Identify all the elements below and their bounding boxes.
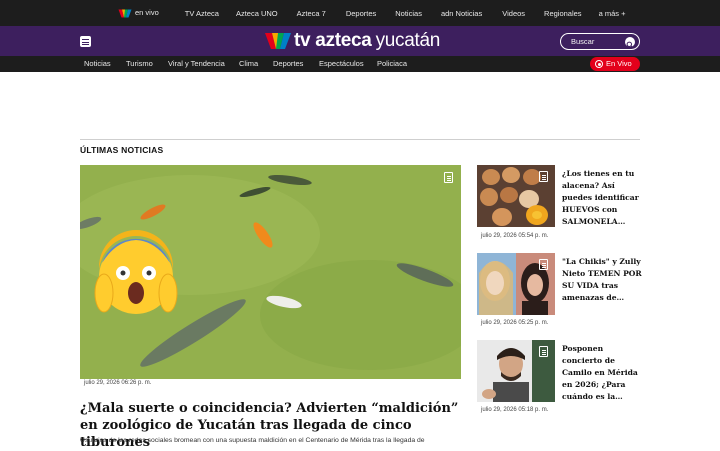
top-link-label: a más +	[598, 8, 626, 18]
menu-icon[interactable]	[80, 36, 91, 47]
brand-name: tv azteca	[294, 30, 372, 51]
nav-item-deportes[interactable]: Deportes	[273, 56, 303, 72]
top-link-9[interactable]: a más +	[599, 9, 626, 18]
side-article-title-2[interactable]: "La Chikis" y Zully Nieto TEMEN POR SU V…	[562, 256, 644, 304]
top-link-2[interactable]: Azteca UNO	[236, 9, 278, 18]
top-link-label: TV Azteca	[184, 8, 219, 18]
top-link-label: Azteca 7	[296, 8, 326, 18]
brand-bar: tv azteca yucatán	[0, 26, 720, 56]
side-article-title-1[interactable]: ¿Los tienes en tu alacena? Así puedes id…	[562, 168, 644, 228]
side-article-date-3: julio 29, 2026 05:18 p. m.	[481, 407, 549, 413]
site-logo[interactable]: tv azteca yucatán	[265, 30, 440, 52]
top-bar: en vivo TV Azteca Azteca UNO Azteca 7 Deport…	[0, 0, 720, 26]
nav-item-noticias[interactable]: Noticias	[84, 56, 111, 72]
tv-azteca-mini-logo-icon	[118, 9, 132, 18]
section-nav: Noticias Turismo Viral y Tendencia Clima…	[0, 56, 720, 72]
side-article-date-2: julio 29, 2026 05:25 p. m.	[481, 320, 549, 326]
top-link-label: Videos	[502, 8, 526, 18]
hero-image[interactable]	[80, 165, 461, 379]
live-label: En Vivo	[606, 59, 632, 68]
nav-item-policiaca[interactable]: Policiaca	[377, 56, 407, 72]
top-link-7[interactable]: Videos	[502, 9, 525, 18]
top-link-0[interactable]: en vivo	[118, 8, 159, 18]
search-box[interactable]	[560, 33, 640, 50]
document-icon	[444, 172, 453, 183]
side-article-date-1: julio 29, 2026 05:54 p. m.	[481, 233, 549, 239]
top-link-label: Regionales	[544, 8, 582, 18]
brand-region: yucatán	[375, 30, 441, 51]
document-icon	[539, 346, 548, 357]
side-article-title-3[interactable]: Posponen concierto de Camilo en Mérida e…	[562, 343, 644, 403]
top-link-label: Azteca UNO	[235, 8, 278, 18]
top-link-label: en vivo	[135, 8, 159, 18]
top-link-label: Deportes	[345, 8, 377, 18]
document-icon	[539, 259, 548, 270]
top-links: en vivo TV Azteca Azteca UNO Azteca 7 Deport…	[118, 0, 625, 26]
section-title: ÚLTIMAS NOTICIAS	[80, 145, 164, 155]
search-input[interactable]	[571, 36, 623, 47]
hero-illustration	[80, 165, 461, 379]
hero-summary: Usuarios de las redes sociales bromean c…	[80, 437, 425, 444]
top-link-8[interactable]: Regionales	[544, 9, 582, 18]
hero-date: julio 29, 2026 06:26 p. m.	[84, 380, 152, 386]
nav-item-turismo[interactable]: Turismo	[126, 56, 153, 72]
live-button[interactable]: En Vivo	[590, 57, 640, 71]
top-link-6[interactable]: adn Noticias	[441, 9, 482, 18]
top-link-5[interactable]: Noticias	[395, 9, 422, 18]
search-icon[interactable]	[625, 37, 635, 49]
nav-item-viral[interactable]: Viral y Tendencia	[168, 56, 225, 72]
top-link-3[interactable]: Azteca 7	[297, 9, 326, 18]
nav-item-clima[interactable]: Clima	[239, 56, 258, 72]
tv-azteca-logo-icon	[265, 33, 291, 49]
top-link-4[interactable]: Deportes	[346, 9, 376, 18]
top-link-label: Noticias	[395, 8, 422, 18]
top-link-label: adn Noticias	[440, 8, 483, 18]
section-divider	[80, 139, 640, 140]
side-article-image-1[interactable]	[477, 165, 555, 227]
top-link-1[interactable]: TV Azteca	[185, 9, 219, 18]
nav-item-espectaculos[interactable]: Espectáculos	[319, 56, 364, 72]
side-article-image-3[interactable]	[477, 340, 555, 402]
live-icon	[595, 60, 603, 68]
document-icon	[539, 171, 548, 182]
side-article-image-2[interactable]	[477, 253, 555, 315]
